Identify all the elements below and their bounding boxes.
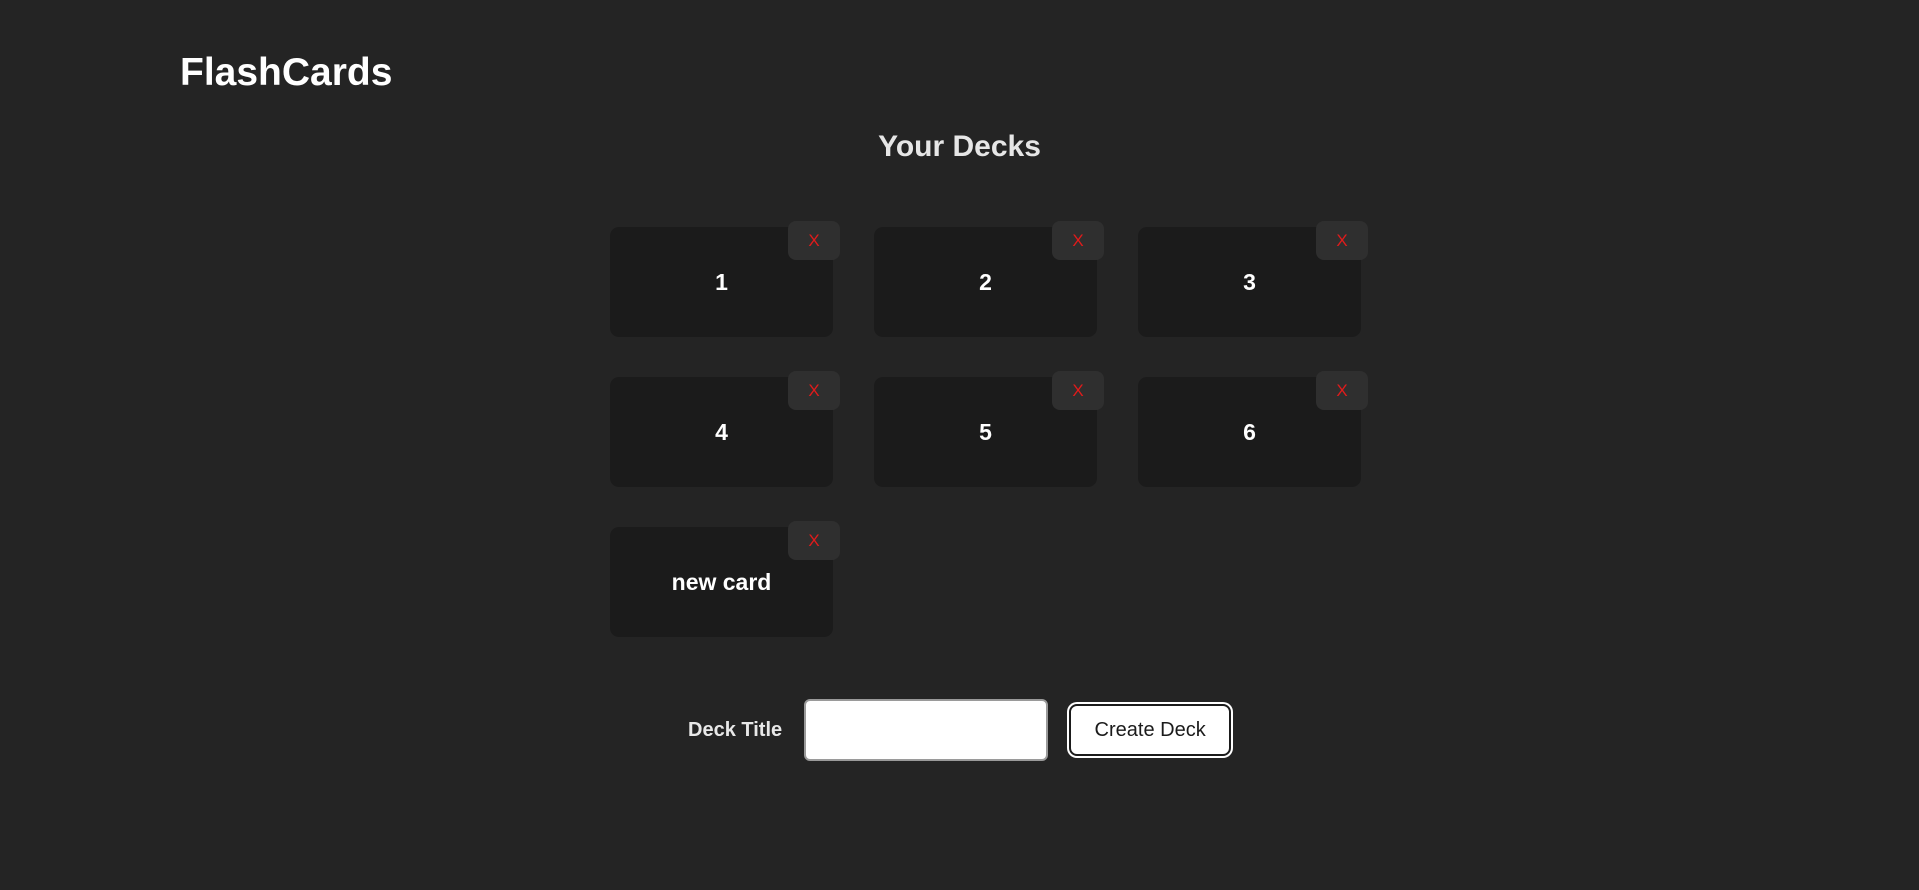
deck-card[interactable]: 3 X	[1138, 221, 1368, 337]
deck-card[interactable]: 6 X	[1138, 371, 1368, 487]
create-deck-button[interactable]: Create Deck	[1069, 704, 1232, 756]
deck-card[interactable]: 1 X	[610, 221, 840, 337]
app-title: FlashCards	[180, 51, 393, 94]
deck-title: 1	[715, 268, 728, 295]
page-title: Your Decks	[878, 130, 1041, 163]
create-deck-form: Deck Title Create Deck	[688, 698, 1232, 762]
delete-deck-button[interactable]: X	[788, 371, 840, 410]
delete-deck-button[interactable]: X	[788, 221, 840, 260]
page: FlashCards Your Decks 1 X 2 X 3 X 4 X 5 …	[0, 0, 1919, 890]
deck-title-label: Deck Title	[688, 718, 783, 741]
deck-title: 2	[979, 268, 992, 295]
deck-title: 4	[715, 418, 728, 445]
delete-deck-button[interactable]: X	[1316, 371, 1368, 410]
deck-card[interactable]: 5 X	[874, 371, 1104, 487]
delete-deck-button[interactable]: X	[788, 521, 840, 560]
deck-card[interactable]: 4 X	[610, 371, 840, 487]
deck-card[interactable]: new card X	[610, 521, 840, 637]
deck-title: new card	[671, 568, 772, 595]
deck-card[interactable]: 2 X	[874, 221, 1104, 337]
delete-deck-button[interactable]: X	[1052, 371, 1104, 410]
deck-title: 5	[979, 418, 992, 445]
deck-title: 3	[1243, 268, 1256, 295]
deck-title-input[interactable]	[804, 699, 1049, 761]
delete-deck-button[interactable]: X	[1316, 221, 1368, 260]
deck-grid: 1 X 2 X 3 X 4 X 5 X 6 X new card X	[610, 221, 1368, 637]
deck-title: 6	[1243, 418, 1256, 445]
delete-deck-button[interactable]: X	[1052, 221, 1104, 260]
